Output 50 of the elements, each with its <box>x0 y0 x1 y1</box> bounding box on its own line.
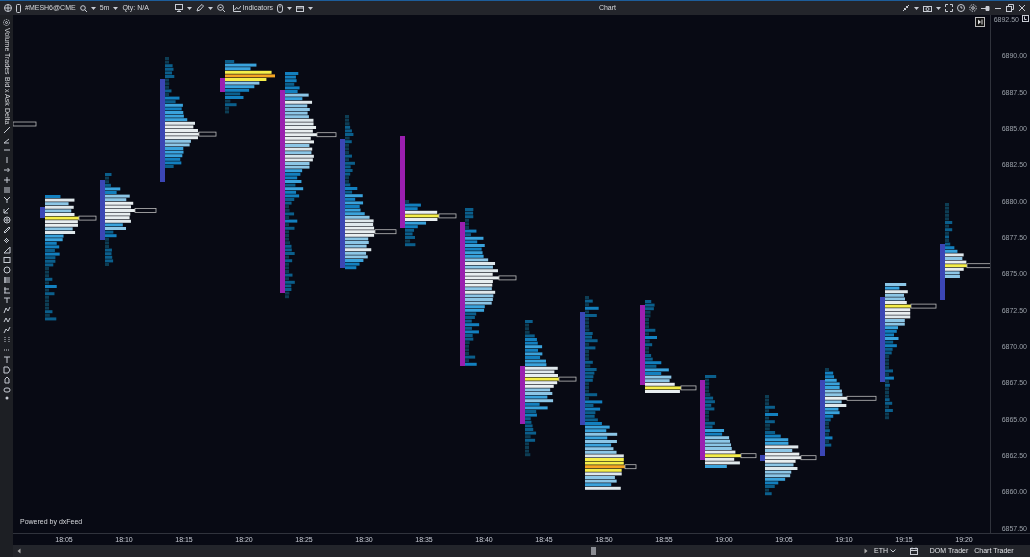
search-icon[interactable] <box>79 4 87 12</box>
dashed-columns-icon[interactable] <box>2 336 11 345</box>
mouse-icon[interactable] <box>276 3 283 13</box>
pin-icon[interactable] <box>981 5 990 11</box>
scrollbar-thumb[interactable] <box>591 547 596 555</box>
caret-icon[interactable] <box>286 5 292 11</box>
wave-icon[interactable] <box>2 316 11 325</box>
window-icon[interactable] <box>295 4 304 12</box>
scroll-right-icon[interactable] <box>864 548 868 554</box>
circle-icon[interactable] <box>2 266 11 275</box>
collapse-icon[interactable] <box>902 4 910 12</box>
zoom-icon[interactable] <box>216 4 225 12</box>
phone-icon[interactable] <box>16 3 21 13</box>
caret-icon[interactable] <box>914 5 919 11</box>
dot-icon[interactable] <box>4 396 9 401</box>
line-icon[interactable] <box>2 126 11 135</box>
caret-icon[interactable] <box>186 5 192 11</box>
ray-icon[interactable] <box>2 206 11 215</box>
close-icon[interactable] <box>1018 4 1026 12</box>
expand-icon[interactable] <box>945 4 953 12</box>
camera-icon[interactable] <box>923 4 932 12</box>
rectangle-icon[interactable] <box>2 256 11 265</box>
caret-icon[interactable] <box>307 5 313 11</box>
caret-icon[interactable] <box>90 5 96 11</box>
price-level-marker <box>13 121 37 127</box>
text-icon[interactable] <box>2 356 11 365</box>
fork-icon[interactable] <box>2 196 11 205</box>
scroll-left-icon[interactable] <box>17 548 21 554</box>
arrow-icon[interactable] <box>2 166 11 175</box>
ruler-icon[interactable] <box>2 226 11 235</box>
clock-icon[interactable] <box>957 4 965 12</box>
chevron-icon[interactable] <box>889 549 896 553</box>
caret-icon[interactable] <box>113 5 119 11</box>
caret-icon[interactable] <box>936 5 941 11</box>
triangle-icon[interactable] <box>2 246 11 255</box>
caret-icon[interactable] <box>207 5 213 11</box>
angle-icon[interactable] <box>2 136 11 145</box>
restore-icon[interactable] <box>1006 4 1014 12</box>
globe-icon[interactable] <box>4 4 12 12</box>
parallel-lines-icon[interactable] <box>2 186 11 195</box>
calendar-icon[interactable] <box>909 547 918 555</box>
grid-icon[interactable] <box>2 276 11 285</box>
volume-profile-drawing <box>220 60 275 114</box>
monitor-icon[interactable] <box>174 4 183 12</box>
skip-to-end-icon[interactable] <box>975 17 985 27</box>
target-icon[interactable] <box>2 216 11 225</box>
zigzag-icon[interactable] <box>2 306 11 315</box>
line-chart-icon <box>232 4 241 12</box>
crosshair-icon[interactable] <box>2 176 11 185</box>
pencil-icon[interactable] <box>195 4 204 12</box>
